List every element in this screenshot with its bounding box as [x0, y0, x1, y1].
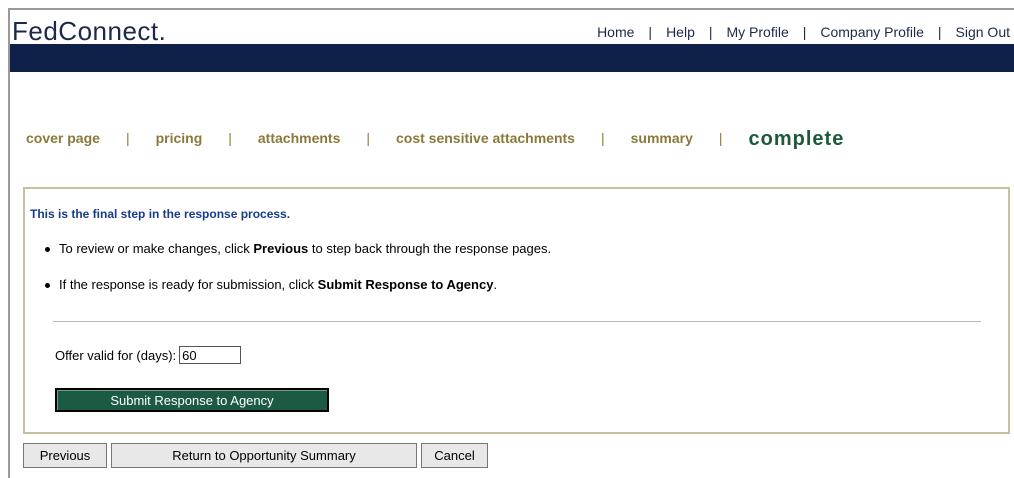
step-cover-page[interactable]: cover page	[26, 130, 100, 146]
nav-company-profile-link[interactable]: Company Profile	[820, 24, 924, 40]
instruction-review: To review or make changes, click Previou…	[45, 241, 551, 277]
step-separator: |	[718, 130, 723, 146]
bottom-button-row: Previous Return to Opportunity Summary C…	[23, 443, 488, 468]
complete-panel: This is the final step in the response p…	[23, 187, 1010, 434]
nav-separator: |	[708, 24, 713, 40]
cancel-button[interactable]: Cancel	[421, 443, 488, 468]
nav-home-link[interactable]: Home	[597, 24, 634, 40]
logo-mark: .	[158, 16, 167, 46]
nav-bar	[10, 44, 1014, 72]
nav-my-profile-link[interactable]: My Profile	[727, 24, 789, 40]
header: FedConnect. Home | Help | My Profile | Company…	[10, 10, 1014, 47]
instruction-text: .	[493, 277, 498, 292]
nav-separator: |	[937, 24, 942, 40]
nav-help-link[interactable]: Help	[666, 24, 695, 40]
return-to-summary-button[interactable]: Return to Opportunity Summary	[111, 443, 417, 468]
nav-separator: |	[802, 24, 807, 40]
divider	[53, 321, 981, 322]
step-pricing[interactable]: pricing	[156, 130, 203, 146]
instruction-text: To review or make changes, click	[59, 241, 254, 256]
offer-valid-label: Offer valid for (days):	[55, 347, 177, 363]
step-complete-current: complete	[748, 128, 845, 150]
submit-response-button[interactable]: Submit Response to Agency	[55, 388, 329, 412]
step-separator: |	[366, 130, 370, 146]
instruction-bold: Submit Response to Agency	[317, 277, 494, 292]
step-separator: |	[228, 130, 232, 146]
logo-text: FedConnect	[12, 16, 159, 46]
offer-days-input[interactable]	[179, 346, 242, 364]
offer-valid-row: Offer valid for (days):	[55, 346, 242, 364]
step-separator: |	[600, 130, 605, 146]
instructions-list: To review or make changes, click Previou…	[45, 241, 551, 313]
nav-sign-out-link[interactable]: Sign Out	[956, 24, 1010, 40]
nav-separator: |	[648, 24, 653, 40]
previous-button[interactable]: Previous	[23, 443, 107, 468]
step-separator: |	[125, 130, 130, 146]
instruction-text: If the response is ready for submission,…	[59, 277, 318, 292]
top-nav: Home | Help | My Profile | Company Profile | Sig…	[597, 24, 1010, 40]
instruction-bold: Previous	[253, 241, 309, 256]
step-attachments[interactable]: attachments	[258, 130, 340, 146]
instruction-text: to step back through the response pages.	[308, 241, 552, 256]
step-cost-sensitive-attachments[interactable]: cost sensitive attachments	[396, 130, 575, 146]
fedconnect-logo: FedConnect.	[12, 16, 166, 47]
step-summary[interactable]: summary	[631, 130, 693, 146]
response-steps: cover page | pricing | attachments | cost sens…	[26, 126, 845, 150]
instruction-submit: If the response is ready for submission,…	[45, 277, 551, 313]
final-step-heading: This is the final step in the response p…	[30, 207, 291, 221]
page-frame: FedConnect. Home | Help | My Profile | Company…	[8, 8, 1014, 478]
